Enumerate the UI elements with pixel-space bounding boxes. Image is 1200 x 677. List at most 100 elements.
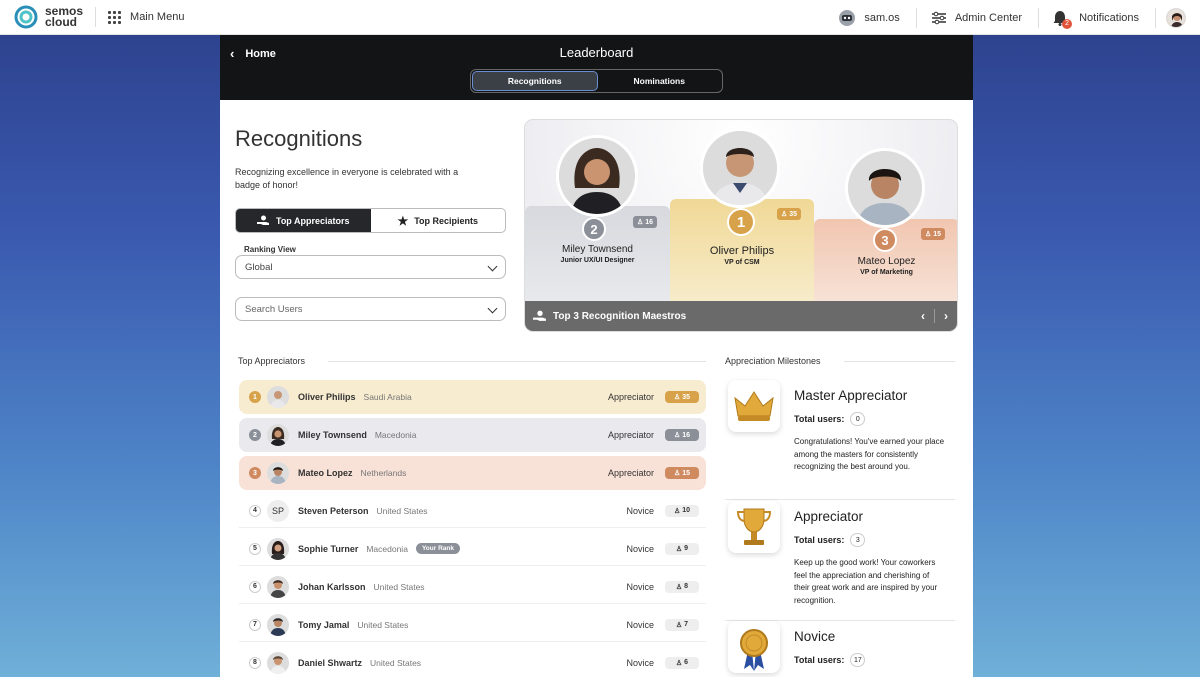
podium-third-count: ♙ 15 — [921, 228, 946, 240]
divider — [95, 7, 97, 27]
brand-logo[interactable]: semos cloud — [13, 4, 83, 30]
ranking-view-label: Ranking View — [242, 245, 298, 254]
avatar — [267, 462, 289, 484]
row-count: 10 — [682, 507, 691, 514]
podium-second-name: Miley Townsend — [562, 244, 633, 255]
total-users-value: 3 — [850, 533, 866, 547]
profile-avatar[interactable] — [1166, 7, 1186, 28]
rank-badge: 4 — [249, 504, 261, 517]
hand-icon: ♙ — [675, 583, 685, 591]
row-level: Appreciator — [607, 468, 654, 478]
rank-badge: 1 — [249, 391, 261, 403]
table-row[interactable]: 4 SP Steven Peterson United States Novic… — [239, 494, 706, 528]
table-row[interactable]: 6 Johan Karlsson United States Novice ♙ … — [239, 570, 706, 604]
hand-heart-icon — [256, 215, 269, 225]
table-row[interactable]: 1 Oliver Philips Saudi Arabia Appreciato… — [239, 380, 706, 414]
row-level: Novice — [626, 543, 654, 554]
star-icon: ★ — [397, 213, 409, 228]
row-country: United States — [357, 619, 409, 630]
row-level: Appreciator — [607, 430, 654, 440]
medal-ribbon-icon — [728, 621, 780, 673]
podium-third-name: Mateo Lopez — [857, 256, 916, 267]
leaderboard-panel: ‹ Home Leaderboard Recognitions Nominati… — [220, 35, 973, 677]
row-country: United States — [370, 657, 422, 668]
row-level: Novice — [626, 619, 654, 630]
table-row[interactable]: 3 Mateo Lopez Netherlands Appreciator ♙ … — [239, 456, 706, 490]
avatar — [267, 575, 289, 598]
podium-footer: Top 3 Recognition Maestros ‹ › — [525, 301, 957, 331]
podium-second-avatar — [556, 135, 638, 217]
panel-header: ‹ Home Leaderboard Recognitions Nominati… — [220, 35, 973, 100]
row-count-badge: ♙ 35 — [665, 391, 699, 403]
hand-icon: ♙ — [673, 394, 683, 401]
row-count: 9 — [684, 545, 689, 552]
ranking-view-select[interactable]: Global — [235, 255, 506, 279]
avatar — [267, 424, 289, 446]
row-name: Mateo Lopez — [298, 468, 353, 478]
sliders-icon — [931, 11, 946, 24]
row-count-badge: ♙ 15 — [665, 467, 699, 479]
tab-recognitions[interactable]: Recognitions — [472, 71, 598, 91]
table-row[interactable]: 5 Sophie Turner Macedonia Your Rank Novi… — [239, 532, 706, 566]
user-menu[interactable]: sam.os — [838, 9, 900, 27]
milestone-total: Total users: 3 — [794, 533, 866, 547]
ranking-view-value: Global — [245, 261, 273, 273]
podium-first-count-value: 35 — [789, 210, 798, 218]
divider — [915, 7, 917, 28]
hand-icon: ♙ — [675, 545, 685, 553]
search-users-placeholder: Search Users — [245, 303, 303, 315]
row-country: Macedonia — [366, 543, 408, 554]
row-count-badge: ♙ 16 — [665, 429, 699, 441]
podium-third-medal: 3 — [873, 228, 897, 252]
top-appreciators-button[interactable]: Top Appreciators — [236, 209, 371, 232]
divider — [328, 361, 706, 362]
table-row[interactable]: 2 Miley Townsend Macedonia Appreciator ♙… — [239, 418, 706, 452]
main-menu-button[interactable]: Main Menu — [108, 10, 184, 24]
rank-badge: 7 — [249, 618, 261, 631]
admin-center-button[interactable]: Admin Center — [931, 11, 1022, 25]
podium-second-count: ♙ 16 — [633, 216, 658, 228]
row-level: Novice — [626, 581, 654, 592]
table-row[interactable]: 7 Tomy Jamal United States Novice ♙ 7 — [239, 608, 706, 642]
top-recipients-button[interactable]: ★ Top Recipients — [371, 209, 506, 232]
hand-icon: ♙ — [673, 470, 683, 477]
avatar — [267, 537, 289, 560]
row-country: Netherlands — [360, 468, 407, 478]
bot-avatar-icon — [839, 9, 856, 26]
rank-badge: 3 — [249, 467, 261, 479]
notifications-button[interactable]: 2 Notifications — [1053, 10, 1139, 29]
tab-nominations[interactable]: Nominations — [598, 71, 722, 91]
podium-first-role: VP of CSM — [724, 259, 760, 266]
row-level: Appreciator — [607, 392, 654, 402]
top-three-podium: Miley Townsend Junior UX/UI Designer 2 ♙… — [524, 119, 958, 332]
hand-icon: ♙ — [637, 219, 646, 226]
podium-third-avatar — [845, 148, 925, 228]
table-row[interactable]: 8 Daniel Shwartz United States Novice ♙ … — [239, 646, 706, 677]
profile-photo — [1167, 8, 1185, 27]
chevron-right-icon[interactable]: › — [944, 309, 948, 323]
milestone-total: Total users: 0 — [794, 412, 866, 426]
brand-name: semos cloud — [45, 5, 83, 28]
rank-badge: 6 — [249, 580, 261, 593]
podium-second-count-value: 16 — [645, 218, 654, 226]
total-users-label: Total users: — [794, 535, 845, 545]
total-users-label: Total users: — [794, 414, 845, 424]
milestone-description: Keep up the good work! Your coworkers fe… — [794, 558, 938, 605]
crown-icon — [728, 380, 780, 432]
your-rank-badge: Your Rank — [415, 543, 460, 554]
podium-third-role: VP of Marketing — [860, 269, 913, 276]
search-users-input[interactable]: Search Users — [235, 297, 506, 321]
hand-icon: ♙ — [925, 231, 934, 238]
row-count-badge: ♙ 6 — [665, 656, 699, 669]
page-title: Leaderboard — [559, 45, 634, 60]
avatar-initials: SP — [267, 499, 289, 522]
chevron-left-icon[interactable]: ‹ — [921, 309, 925, 323]
hand-icon: ♙ — [781, 211, 790, 218]
avatar — [267, 651, 289, 674]
ranking-type-toggle: Top Appreciators ★ Top Recipients — [235, 208, 506, 233]
chevron-down-icon — [487, 303, 498, 314]
milestone-total: Total users: 17 — [794, 653, 866, 667]
rank-badge: 5 — [249, 542, 261, 555]
row-count: 8 — [684, 583, 689, 590]
podium-footer-label: Top 3 Recognition Maestros — [553, 310, 687, 322]
